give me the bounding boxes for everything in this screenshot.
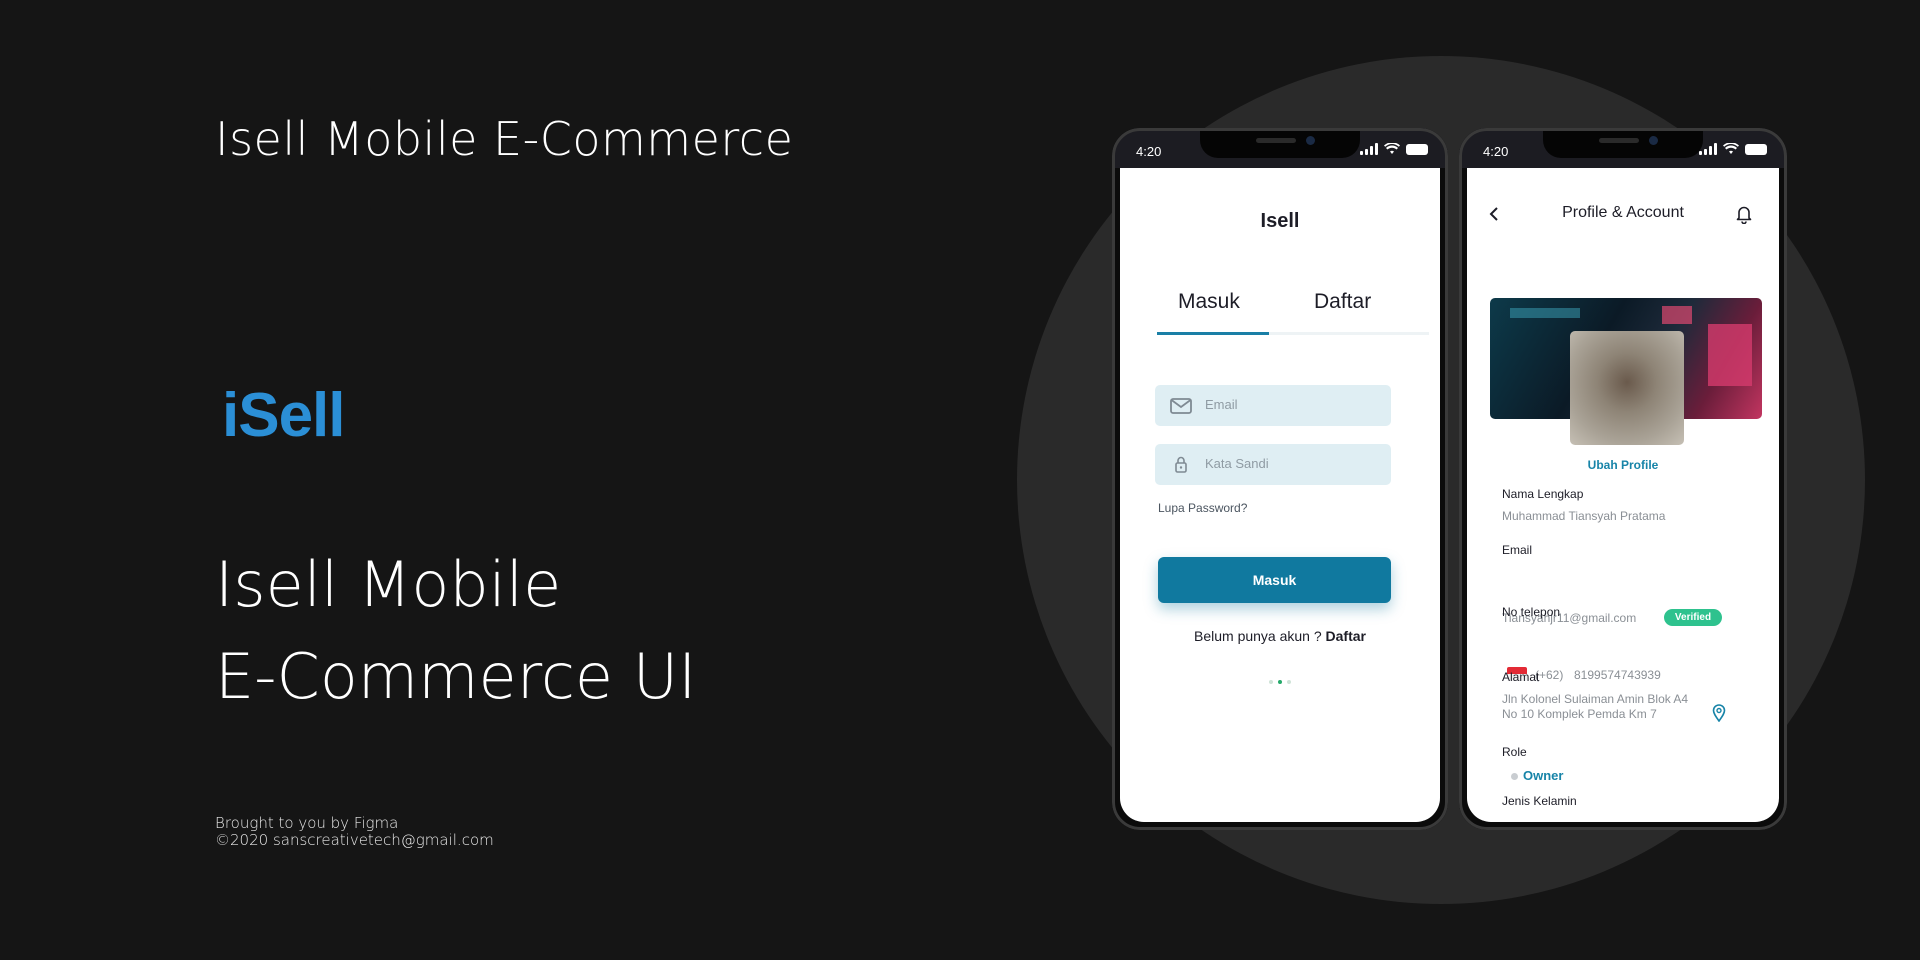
address-label: Alamat xyxy=(1502,670,1540,684)
role-value: Owner xyxy=(1523,768,1564,783)
profile-title: Profile & Account xyxy=(1562,204,1684,221)
page-dot-active xyxy=(1278,680,1282,684)
address-line-1: Jln Kolonel Sulaiman Amin Blok A4 xyxy=(1502,692,1689,706)
profile-screen: Profile & Account Ubah Profile Nama Leng… xyxy=(1467,168,1779,822)
page-dot xyxy=(1269,680,1273,684)
headline-line-1: Isell Mobile xyxy=(215,548,562,621)
wifi-icon xyxy=(1384,143,1400,154)
phone-notch xyxy=(1543,128,1703,158)
signal-icon xyxy=(1360,143,1378,155)
battery-icon xyxy=(1406,143,1428,155)
headline-line-2: E-Commerce UI xyxy=(215,640,697,713)
credits: Brought to you by Figma ©2020 sanscreati… xyxy=(215,815,494,849)
role-dot xyxy=(1511,773,1518,780)
mail-icon xyxy=(1170,398,1192,414)
phone-notch xyxy=(1200,128,1360,158)
email-label: Email xyxy=(1502,543,1533,557)
status-time: 4:20 xyxy=(1136,144,1162,159)
lock-icon xyxy=(1175,456,1187,473)
name-value: Muhammad Tiansyah Pratama xyxy=(1502,509,1666,523)
status-icons xyxy=(1699,143,1767,155)
wifi-icon xyxy=(1723,143,1739,154)
name-label: Nama Lengkap xyxy=(1502,487,1584,501)
phone-login-mockup: 4:20 Isell Masuk Daftar Email Kata Sandi… xyxy=(1112,128,1448,830)
signup-link[interactable]: Daftar xyxy=(1326,628,1366,644)
location-pin-icon[interactable] xyxy=(1712,704,1726,722)
password-placeholder: Kata Sandi xyxy=(1205,456,1269,471)
credit-line-1: Brought to you by Figma xyxy=(215,814,399,832)
battery-icon xyxy=(1745,143,1767,155)
role-label: Role xyxy=(1502,745,1527,759)
signup-prompt: Belum punya akun ? Daftar xyxy=(1120,628,1440,644)
page-title: Isell Mobile E-Commerce xyxy=(215,112,794,166)
credit-line-2: ©2020 sanscreativetech@gmail.com xyxy=(215,831,494,849)
verified-badge: Verified xyxy=(1664,609,1722,626)
app-title: Isell xyxy=(1260,210,1300,232)
page-indicator xyxy=(1120,680,1440,684)
edit-profile-link[interactable]: Ubah Profile xyxy=(1467,458,1779,472)
gender-label: Jenis Kelamin xyxy=(1502,794,1577,808)
address-line-2: No 10 Komplek Pemda Km 7 xyxy=(1502,707,1657,721)
tab-masuk[interactable]: Masuk xyxy=(1178,290,1240,314)
phone-label: No telepon xyxy=(1502,605,1561,619)
tab-daftar[interactable]: Daftar xyxy=(1314,290,1371,314)
password-field[interactable]: Kata Sandi xyxy=(1155,444,1391,485)
phone-profile-mockup: 4:20 Profile & Account Ubah Profile Nama… xyxy=(1459,128,1787,830)
login-button[interactable]: Masuk xyxy=(1158,557,1391,603)
page-dot xyxy=(1287,680,1291,684)
status-time: 4:20 xyxy=(1483,144,1509,159)
email-field[interactable]: Email xyxy=(1155,385,1391,426)
bell-icon[interactable] xyxy=(1735,204,1753,224)
avatar xyxy=(1570,331,1684,445)
login-screen: Isell Masuk Daftar Email Kata Sandi Lupa… xyxy=(1120,168,1440,822)
forgot-password-link[interactable]: Lupa Password? xyxy=(1158,501,1247,515)
phone-value: 8199574743939 xyxy=(1574,668,1661,682)
active-tab-indicator xyxy=(1157,332,1269,335)
signup-prompt-text: Belum punya akun ? xyxy=(1194,628,1322,644)
status-icons xyxy=(1360,143,1428,155)
brand-logo: iSell xyxy=(222,381,346,450)
email-placeholder: Email xyxy=(1205,397,1238,412)
tab-divider xyxy=(1269,332,1429,335)
